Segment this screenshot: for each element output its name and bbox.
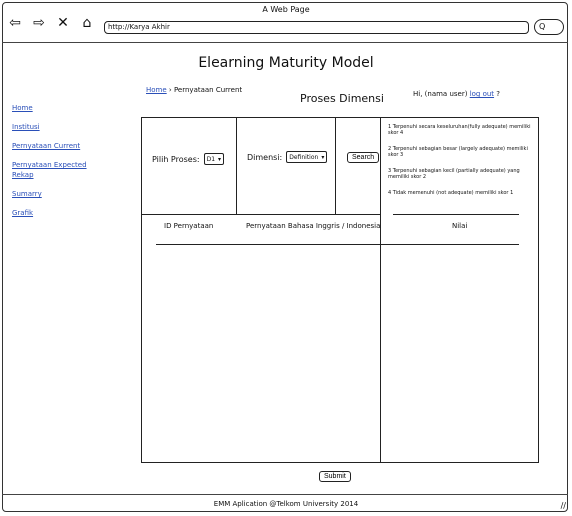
breadcrumb-home-link[interactable]: Home (146, 86, 167, 94)
proses-select[interactable]: D1 ▾ (203, 153, 225, 165)
address-bar[interactable]: http://Karya Akhir (104, 21, 529, 34)
proses-label: Pilih Proses: (152, 154, 200, 164)
dimensi-filter: Dimensi: Definition ▾ (247, 151, 328, 163)
legend-item: 4 Tidak memenuhi (not adequate) memiliki… (388, 190, 514, 196)
proses-value: D1 (206, 155, 216, 163)
footer-divider (2, 494, 568, 495)
home-icon[interactable]: ⌂ (78, 15, 96, 31)
sidebar-item-home[interactable]: Home (12, 104, 87, 112)
resize-handle-icon[interactable]: ∕∕ (561, 501, 566, 510)
breadcrumb-separator: › (168, 86, 172, 94)
page-title: Proses Dimensi (300, 92, 384, 105)
chevron-down-icon: ▾ (218, 155, 222, 163)
close-icon[interactable]: ✕ (54, 15, 72, 31)
column-header-nilai: Nilai (452, 222, 468, 230)
divider (335, 118, 336, 214)
sidebar-nav: Home Institusi Pernyataan Current Pernya… (12, 104, 87, 228)
legend-divider (393, 214, 519, 215)
score-legend: 1 Terpenuhi secara keseluruhan(fully ade… (388, 124, 538, 206)
filter-divider (142, 214, 380, 215)
column-header-id: ID Pernyataan (164, 222, 214, 230)
help-link[interactable]: ? (496, 90, 500, 98)
column-header-pernyataan: Pernyataan Bahasa Inggris / Indonesia (246, 222, 381, 230)
breadcrumb-current: Pernyataan Current (173, 86, 243, 94)
legend-item: 2 Terpenuhi sebagian besar (largely adeq… (388, 146, 528, 158)
sidebar-item-pernyataan-current[interactable]: Pernyataan Current (12, 142, 87, 150)
breadcrumb: Home › Pernyataan Current (146, 86, 242, 94)
back-icon[interactable]: ⇦ (6, 15, 24, 31)
legend-item: 1 Terpenuhi secara keseluruhan(fully ade… (388, 124, 531, 136)
submit-button[interactable]: Submit (319, 471, 351, 482)
sidebar-item-rekap[interactable]: Rekap (12, 171, 87, 179)
nav-controls: ⇦ ⇨ ✕ ⌂ (6, 15, 96, 31)
forward-icon[interactable]: ⇨ (30, 15, 48, 31)
logout-link[interactable]: log out (470, 90, 494, 98)
divider (236, 118, 237, 214)
dimensi-select[interactable]: Definition ▾ (286, 151, 328, 163)
browser-search-field[interactable]: Q (534, 19, 564, 35)
chevron-down-icon: ▾ (321, 153, 325, 161)
sidebar-item-grafik[interactable]: Grafik (12, 209, 87, 217)
user-greeting: Hi, (nama user) (413, 90, 468, 98)
sidebar-item-institusi[interactable]: Institusi (12, 123, 87, 131)
window-title: A Web Page (262, 5, 310, 14)
user-info: Hi, (nama user) log out ? (413, 90, 500, 98)
content-panel: Pilih Proses: D1 ▾ Dimensi: Definition ▾… (141, 117, 539, 463)
dimensi-value: Definition (289, 153, 319, 161)
proses-filter: Pilih Proses: D1 ▾ (152, 153, 225, 165)
footer-text: EMM Aplication @Telkom University 2014 (213, 500, 359, 508)
sidebar-item-sumarry[interactable]: Sumarry (12, 190, 87, 198)
sidebar-item-pernyataan-expected[interactable]: Pernyataan Expected (12, 161, 87, 169)
divider (380, 118, 381, 462)
app-title: Elearning Maturity Model (198, 55, 374, 71)
table-header-divider (156, 244, 519, 245)
search-button[interactable]: Search (347, 152, 380, 163)
toolbar-divider (2, 42, 568, 43)
legend-item: 3 Terpenuhi sebagian kecil (partially ad… (388, 168, 520, 180)
dimensi-label: Dimensi: (247, 152, 283, 162)
